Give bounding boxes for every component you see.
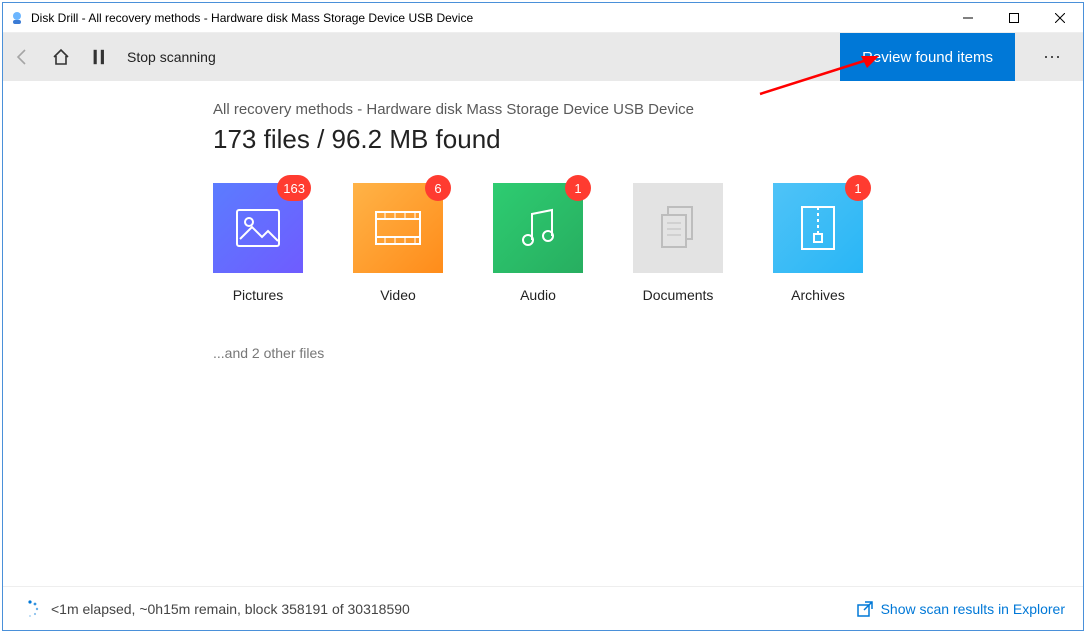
explorer-link-label: Show scan results in Explorer [881,601,1065,617]
video-badge: 6 [425,175,451,201]
more-menu-button[interactable]: ⋯ [1033,47,1073,68]
show-in-explorer-link[interactable]: Show scan results in Explorer [857,601,1065,617]
content-area: All recovery methods - Hardware disk Mas… [3,81,1083,586]
documents-icon [633,183,723,273]
window-maximize-button[interactable] [991,3,1037,33]
category-cards: 163 Pictures 6 Video 1 Audio [213,183,1023,303]
other-files-text: ...and 2 other files [213,345,1023,361]
window-close-button[interactable] [1037,3,1083,33]
card-documents[interactable]: Documents [633,183,723,303]
pictures-badge: 163 [277,175,311,201]
stop-scanning-label[interactable]: Stop scanning [127,49,216,65]
card-audio[interactable]: 1 Audio [493,183,583,303]
archives-icon: 1 [773,183,863,273]
toolbar: Stop scanning Review found items ⋯ [3,33,1083,81]
status-text: <1m elapsed, ~0h15m remain, block 358191… [51,601,845,617]
video-icon: 6 [353,183,443,273]
statusbar: <1m elapsed, ~0h15m remain, block 358191… [3,586,1083,630]
spinner-icon [21,600,39,618]
archives-badge: 1 [845,175,871,201]
audio-badge: 1 [565,175,591,201]
review-found-items-button[interactable]: Review found items [840,33,1015,81]
card-pictures[interactable]: 163 Pictures [213,183,303,303]
review-button-label: Review found items [862,49,993,66]
external-link-icon [857,601,873,617]
app-icon [9,10,25,26]
pictures-icon: 163 [213,183,303,273]
titlebar: Disk Drill - All recovery methods - Hard… [3,3,1083,33]
back-icon[interactable] [13,47,33,67]
audio-label: Audio [520,287,556,303]
window-minimize-button[interactable] [945,3,991,33]
card-video[interactable]: 6 Video [353,183,443,303]
pictures-label: Pictures [233,287,284,303]
window-title: Disk Drill - All recovery methods - Hard… [31,11,945,25]
scan-headline: 173 files / 96.2 MB found [213,124,1023,155]
video-label: Video [380,287,416,303]
audio-icon: 1 [493,183,583,273]
home-icon[interactable] [51,47,71,67]
scan-subtitle: All recovery methods - Hardware disk Mas… [213,101,1023,118]
archives-label: Archives [791,287,845,303]
card-archives[interactable]: 1 Archives [773,183,863,303]
pause-icon[interactable] [89,47,109,67]
documents-label: Documents [643,287,714,303]
